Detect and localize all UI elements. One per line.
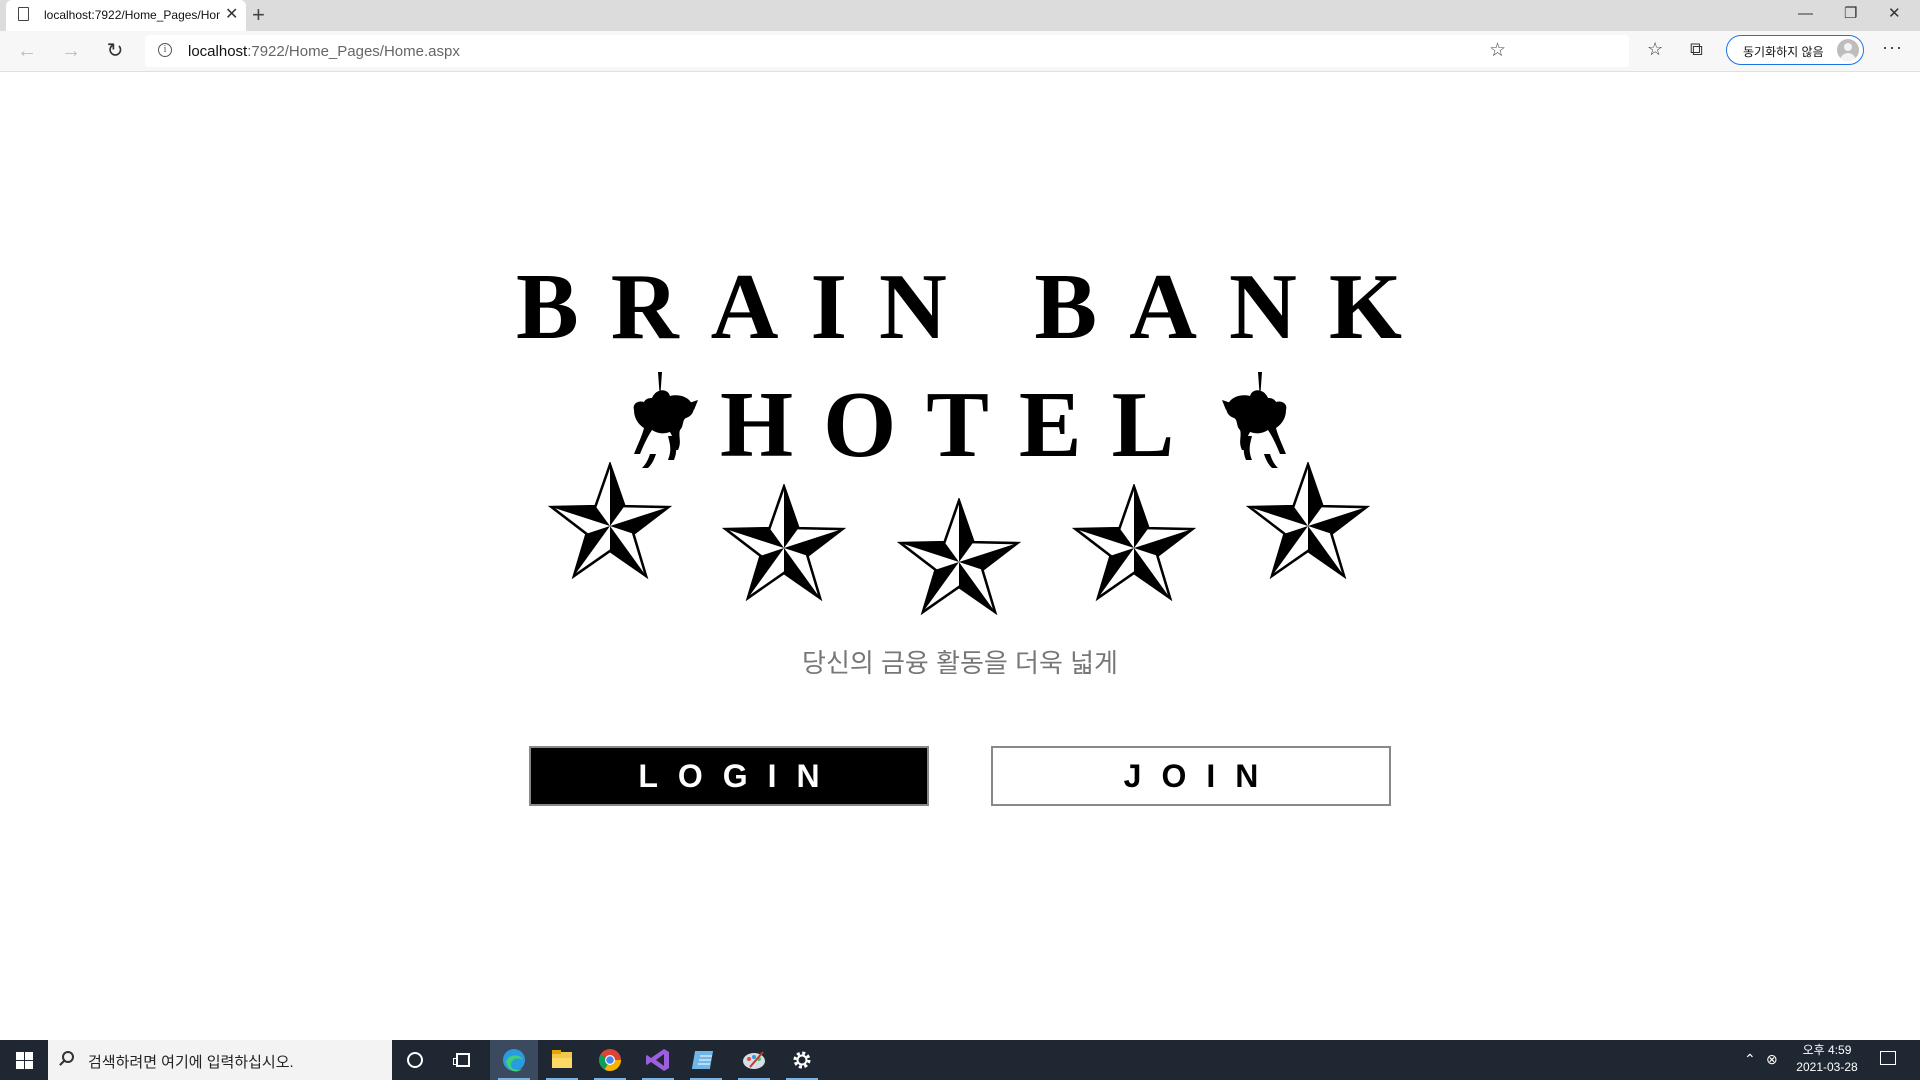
avatar (1837, 39, 1859, 61)
file-explorer-icon[interactable] (538, 1040, 586, 1080)
star-icon (721, 484, 847, 602)
url-path: :7922/Home_Pages/Home.aspx (247, 43, 460, 60)
restore-button[interactable]: ❐ (1844, 4, 1857, 24)
logo-title-line2: HOTEL (720, 373, 1205, 477)
refresh-button[interactable]: ↻ (101, 37, 129, 65)
url-text: localhost:7922/Home_Pages/Home.aspx (188, 43, 460, 60)
join-button[interactable]: JOIN (991, 746, 1391, 806)
minimize-button[interactable]: — (1798, 4, 1813, 24)
notepad-icon[interactable] (682, 1040, 730, 1080)
paint-icon[interactable] (730, 1040, 778, 1080)
favorite-star-icon[interactable]: ☆ (1489, 39, 1617, 167)
login-button[interactable]: LOGIN (529, 746, 929, 806)
close-tab-icon[interactable]: ✕ (225, 5, 238, 25)
network-disconnected-icon[interactable]: ⊗ (1766, 1051, 1778, 1068)
address-bar[interactable]: i localhost:7922/Home_Pages/Home.aspx ☆ (145, 35, 1629, 67)
site-info-icon[interactable]: i (158, 43, 172, 57)
page-icon (18, 7, 29, 21)
clock-time: 오후 4:59 (1802, 1043, 1852, 1057)
star-icon (547, 462, 673, 580)
profile-label: 동기화하지 않음 (1743, 45, 1824, 59)
favorites-icon[interactable]: ☆ (1647, 39, 1663, 60)
chevron-up-icon[interactable]: ⌃ (1744, 1051, 1756, 1068)
profile-button[interactable]: 동기화하지 않음 (1726, 35, 1864, 65)
cortana-icon[interactable] (407, 1052, 423, 1068)
star-icon (1071, 484, 1197, 602)
notification-icon[interactable] (1880, 1051, 1896, 1065)
knight-icon (1222, 372, 1287, 468)
search-placeholder: 검색하려면 여기에 입력하십시오. (88, 1054, 294, 1071)
collections-icon[interactable]: ⧉ (1690, 39, 1703, 60)
edge-icon[interactable] (490, 1040, 538, 1080)
task-view-icon[interactable] (453, 1053, 470, 1067)
windows-taskbar: 검색하려면 여기에 입력하십시오. ⌃ ⊗ 오후 4:59 2021-03-28 (0, 1040, 1920, 1080)
back-button[interactable]: ← (13, 37, 41, 65)
url-host: localhost (188, 43, 248, 60)
knight-icon (633, 372, 698, 468)
taskbar-clock[interactable]: 오후 4:59 2021-03-28 (1782, 1042, 1872, 1076)
clock-date: 2021-03-28 (1796, 1060, 1858, 1074)
browser-tab-strip: localhost:7922/Home_Pages/Home.aspx ✕ + … (0, 0, 1920, 31)
search-icon (62, 1051, 74, 1063)
close-window-button[interactable]: ✕ (1888, 4, 1901, 24)
logo-title-line1: BRAIN BANK (516, 255, 1435, 359)
more-options-icon[interactable]: ··· (1882, 37, 1903, 58)
star-icon (1245, 462, 1371, 580)
star-icon (896, 498, 1022, 616)
browser-toolbar: ← → ↻ i localhost:7922/Home_Pages/Home.a… (0, 31, 1920, 72)
visual-studio-icon[interactable] (634, 1040, 682, 1080)
tab-title: localhost:7922/Home_Pages/Home.aspx (44, 8, 220, 22)
forward-button[interactable]: → (57, 37, 85, 65)
settings-icon[interactable] (778, 1040, 826, 1080)
new-tab-button[interactable]: + (252, 3, 265, 27)
start-button[interactable] (0, 1040, 48, 1080)
tagline: 당신의 금융 활동을 더욱 넓게 (802, 648, 1118, 678)
browser-tab[interactable]: localhost:7922/Home_Pages/Home.aspx ✕ (6, 0, 246, 31)
taskbar-search[interactable]: 검색하려면 여기에 입력하십시오. (48, 1040, 392, 1080)
chrome-icon[interactable] (586, 1040, 634, 1080)
